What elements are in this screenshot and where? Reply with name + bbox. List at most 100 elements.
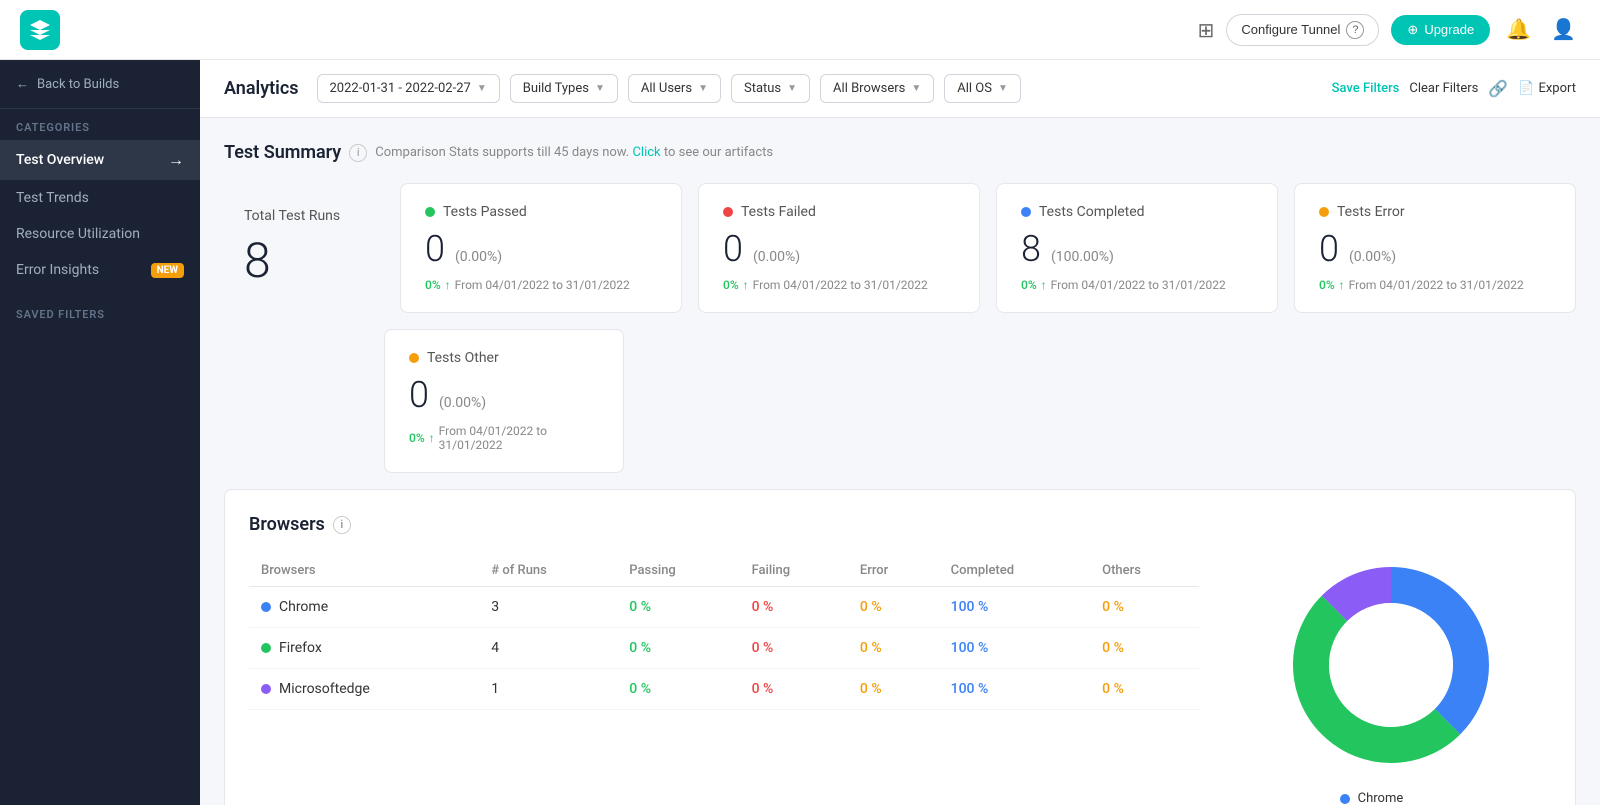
chevron-down-icon: ▼ [911, 83, 921, 94]
sidebar: ← Back to Builds CATEGORIES Test Overvie… [0, 60, 200, 805]
col-error: Error [848, 555, 939, 587]
saved-filters-label: SAVED FILTERS [0, 296, 200, 327]
sidebar-item-test-trends-label: Test Trends [16, 190, 89, 206]
stat-card-completed-header: Tests Completed [1021, 204, 1253, 220]
content-area: Analytics 2022-01-31 - 2022-02-27 ▼ Buil… [200, 60, 1600, 805]
top-bar-actions: ⊞ Configure Tunnel ? ⊕ Upgrade 🔔 👤 [1198, 13, 1580, 46]
stat-card-error: Tests Error 0 (0.00%) 0% ↑ From 04/01/20… [1294, 183, 1576, 313]
browser-name-2: Microsoftedge [279, 681, 370, 697]
browser-others-2: 0 % [1090, 669, 1199, 710]
chevron-down-icon: ▼ [595, 83, 605, 94]
build-types-dropdown[interactable]: Build Types ▼ [510, 74, 618, 103]
grid-icon[interactable]: ⊞ [1198, 18, 1215, 42]
browser-runs-1: 4 [479, 628, 617, 669]
chevron-down-icon: ▼ [698, 83, 708, 94]
sidebar-item-test-overview[interactable]: Test Overview → [0, 140, 200, 180]
help-badge[interactable]: ? [1346, 21, 1364, 39]
test-summary-title: Test Summary [224, 142, 341, 163]
other-value: 0 [409, 374, 429, 416]
stat-cards: Tests Passed 0 (0.00%) 0% ↑ From 04/01/2… [400, 183, 1576, 313]
clear-filters-button[interactable]: Clear Filters [1409, 81, 1478, 96]
logo-icon [28, 18, 52, 42]
browser-error-2: 0 % [848, 669, 939, 710]
browsers-info-icon[interactable]: i [333, 516, 351, 534]
categories-label: CATEGORIES [0, 109, 200, 140]
top-bar: ⊞ Configure Tunnel ? ⊕ Upgrade 🔔 👤 [0, 0, 1600, 60]
completed-dot [1021, 207, 1031, 217]
stat-card-other-header: Tests Other [409, 350, 599, 366]
col-browsers: Browsers [249, 555, 479, 587]
browser-runs-0: 3 [479, 587, 617, 628]
all-os-dropdown[interactable]: All OS ▼ [944, 74, 1021, 103]
completed-value: 8 [1021, 228, 1041, 270]
browser-completed-0: 100 % [939, 587, 1091, 628]
error-value: 0 [1319, 228, 1339, 270]
browser-failing-0: 0 % [740, 587, 848, 628]
export-icon: 📄 [1518, 81, 1534, 96]
stat-card-passed-header: Tests Passed [425, 204, 657, 220]
browser-name-0: Chrome [279, 599, 328, 615]
completed-change: 0% ↑ From 04/01/2022 to 31/01/2022 [1021, 278, 1253, 292]
browser-completed-2: 100 % [939, 669, 1091, 710]
link-icon[interactable]: 🔗 [1488, 79, 1508, 98]
all-users-dropdown[interactable]: All Users ▼ [628, 74, 721, 103]
failed-change: 0% ↑ From 04/01/2022 to 31/01/2022 [723, 278, 955, 292]
donut-svg [1281, 555, 1501, 775]
browsers-table: Browsers # of Runs Passing Failing Error… [249, 555, 1199, 710]
failed-pct: (0.00%) [753, 249, 800, 265]
passed-label: Tests Passed [443, 204, 527, 220]
notifications-button[interactable]: 🔔 [1502, 13, 1535, 46]
other-pct: (0.00%) [439, 395, 486, 411]
browser-error-1: 0 % [848, 628, 939, 669]
sidebar-item-resource-utilization[interactable]: Resource Utilization [0, 216, 200, 252]
configure-tunnel-button[interactable]: Configure Tunnel ? [1226, 14, 1379, 46]
browser-others-1: 0 % [1090, 628, 1199, 669]
all-browsers-dropdown[interactable]: All Browsers ▼ [820, 74, 934, 103]
passed-pct: (0.00%) [455, 249, 502, 265]
status-value: Status [744, 81, 781, 96]
back-to-builds-button[interactable]: ← Back to Builds [0, 60, 200, 109]
stat-card-error-header: Tests Error [1319, 204, 1551, 220]
browser-passing-1: 0 % [617, 628, 739, 669]
test-summary-info-icon[interactable]: i [349, 144, 367, 162]
stat-card-completed: Tests Completed 8 (100.00%) 0% ↑ From 04… [996, 183, 1278, 313]
sidebar-item-test-overview-label: Test Overview [16, 152, 104, 168]
col-runs: # of Runs [479, 555, 617, 587]
completed-pct: (100.00%) [1051, 249, 1114, 265]
upgrade-button[interactable]: ⊕ Upgrade [1391, 15, 1490, 45]
chrome-legend-dot [1340, 794, 1350, 804]
passed-change: 0% ↑ From 04/01/2022 to 31/01/2022 [425, 278, 657, 292]
passed-value: 0 [425, 228, 445, 270]
sidebar-item-error-insights[interactable]: Error Insights NEW [0, 252, 200, 288]
click-link[interactable]: Click [632, 145, 660, 160]
chart-legend: Chrome Firefox MicrosoftEdge [1340, 791, 1443, 805]
upgrade-icon: ⊕ [1407, 22, 1418, 38]
all-users-value: All Users [641, 81, 692, 96]
status-dropdown[interactable]: Status ▼ [731, 74, 810, 103]
logo[interactable] [20, 10, 60, 50]
browsers-title: Browsers i [249, 514, 1551, 535]
sidebar-item-resource-utilization-label: Resource Utilization [16, 226, 140, 242]
save-filters-button[interactable]: Save Filters [1332, 81, 1400, 96]
export-label: Export [1538, 81, 1576, 96]
failed-value: 0 [723, 228, 743, 270]
browser-name-1: Firefox [279, 640, 322, 656]
export-button[interactable]: 📄 Export [1518, 81, 1576, 96]
main-area: ← Back to Builds CATEGORIES Test Overvie… [0, 60, 1600, 805]
other-dot [409, 353, 419, 363]
chrome-legend-label: Chrome [1358, 791, 1404, 805]
failed-label: Tests Failed [741, 204, 816, 220]
content-inner: Test Summary i Comparison Stats supports… [200, 118, 1600, 805]
back-label: Back to Builds [37, 77, 119, 92]
date-range-dropdown[interactable]: 2022-01-31 - 2022-02-27 ▼ [317, 74, 500, 103]
user-avatar-button[interactable]: 👤 [1547, 13, 1580, 46]
table-header-row: Browsers # of Runs Passing Failing Error… [249, 555, 1199, 587]
legend-chrome: Chrome [1340, 791, 1443, 805]
sidebar-item-test-trends[interactable]: Test Trends [0, 180, 200, 216]
stat-card-passed: Tests Passed 0 (0.00%) 0% ↑ From 04/01/2… [400, 183, 682, 313]
chevron-down-icon: ▼ [477, 83, 487, 94]
table-row: Microsoftedge 1 0 % 0 % 0 % 100 % 0 % [249, 669, 1199, 710]
browser-others-0: 0 % [1090, 587, 1199, 628]
browser-name-cell-0: Chrome [249, 587, 479, 628]
all-os-value: All OS [957, 81, 992, 96]
